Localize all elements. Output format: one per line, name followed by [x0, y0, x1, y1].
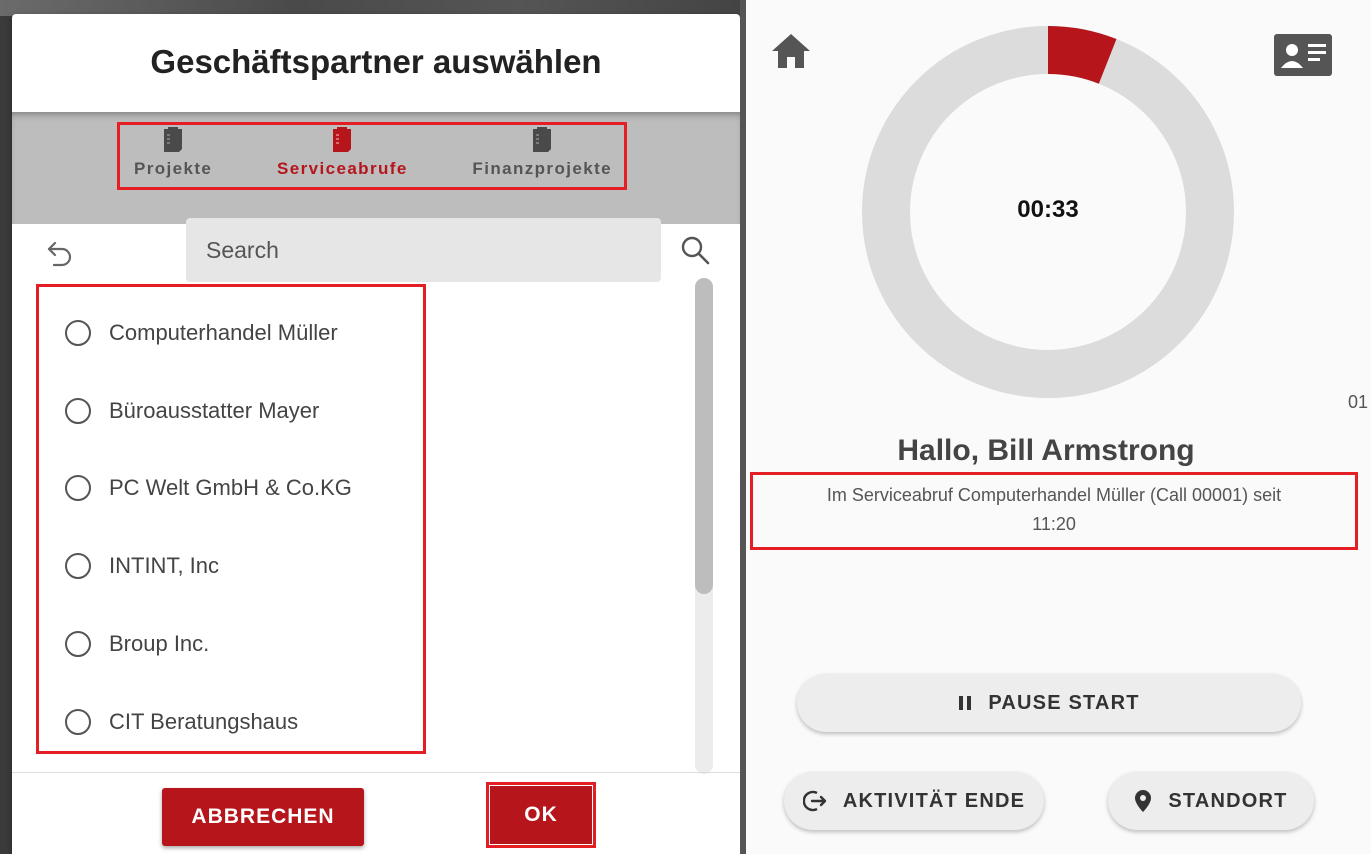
tab-label: Projekte [134, 159, 213, 178]
list-item-label: Computerhandel Müller [109, 320, 338, 345]
list-item-label: INTINT, Inc [109, 553, 220, 578]
cancel-button[interactable]: ABBRECHEN [162, 788, 364, 846]
pause-start-label: PAUSE START [988, 691, 1140, 714]
tab-bar: Projekte Serviceabrufe Finanzprojekte [12, 112, 740, 224]
undo-icon [47, 241, 72, 267]
list-item[interactable]: Computerhandel Müller [65, 313, 435, 353]
list-item-label: Büroausstatter Mayer [109, 398, 320, 423]
tab-label: Finanzprojekte [472, 159, 612, 178]
tab-group-highlight: Projekte Serviceabrufe Finanzprojekte [117, 122, 627, 190]
contact-card-icon [1274, 34, 1332, 76]
home-button[interactable] [768, 30, 814, 72]
location-label: STANDORT [1168, 789, 1288, 812]
activity-end-button[interactable]: AKTIVITÄT ENDE [784, 772, 1044, 830]
list-item-label: Broup Inc. [109, 631, 210, 656]
radio-button[interactable] [65, 475, 91, 501]
home-icon [772, 34, 810, 68]
status-message: Im Serviceabruf Computerhandel Müller (C… [750, 472, 1358, 550]
partner-select-dialog: Geschäftspartner auswählen Projekte Serv… [12, 14, 740, 854]
radio-button[interactable] [65, 553, 91, 579]
radio-button[interactable] [65, 709, 91, 735]
exit-icon [802, 789, 827, 813]
tab-projekte[interactable]: Projekte [134, 127, 212, 179]
radio-button[interactable] [65, 320, 91, 346]
list-item[interactable]: PC Welt GmbH & Co.KG [65, 468, 435, 508]
list-item[interactable]: Broup Inc. [65, 624, 435, 664]
location-pin-icon [1134, 789, 1152, 813]
search-button[interactable] [677, 232, 713, 268]
list-item[interactable]: INTINT, Inc [65, 546, 435, 586]
search-input[interactable] [186, 218, 661, 282]
ok-button[interactable]: OK [490, 786, 592, 844]
greeting: Hallo, Bill Armstrong [897, 434, 1195, 467]
tab-label: Serviceabrufe [277, 159, 408, 178]
list-item-label: CIT Beratungshaus [109, 709, 299, 734]
list-scrollbar[interactable] [695, 278, 713, 774]
side-value: 01 [1348, 392, 1369, 412]
clipboard-icon [533, 127, 552, 152]
activity-end-label: AKTIVITÄT ENDE [842, 789, 1026, 812]
undo-button[interactable] [42, 236, 78, 272]
scrollbar-thumb[interactable] [695, 278, 713, 594]
footer-divider [12, 772, 740, 773]
radio-button[interactable] [65, 398, 91, 424]
clipboard-icon [164, 127, 183, 152]
dialog-title: Geschäftspartner auswählen [150, 43, 602, 80]
pause-icon [958, 694, 972, 712]
search-icon [681, 236, 710, 265]
tab-finanzprojekte[interactable]: Finanzprojekte [472, 127, 612, 179]
timer-screen: 00:33 01 Hallo, Bill Armstrong Im Servic… [746, 0, 1371, 854]
contact-card-button[interactable] [1272, 30, 1334, 80]
list-item[interactable]: CIT Beratungshaus [65, 702, 435, 742]
ring-progress [1047, 26, 1117, 84]
pause-start-button[interactable]: PAUSE START [797, 674, 1301, 732]
elapsed-time: 00:33 [1017, 196, 1079, 223]
clipboard-icon [333, 127, 352, 152]
list-item[interactable]: Büroausstatter Mayer [65, 391, 435, 431]
status-time: 11:20 [1032, 514, 1076, 534]
radio-button[interactable] [65, 631, 91, 657]
status-line: Im Serviceabruf Computerhandel Müller (C… [826, 485, 1282, 505]
location-button[interactable]: STANDORT [1108, 772, 1314, 830]
tab-serviceabrufe[interactable]: Serviceabrufe [277, 127, 408, 179]
list-item-label: PC Welt GmbH & Co.KG [109, 475, 352, 500]
partner-list: Computerhandel Müller Büroausstatter May… [36, 284, 426, 754]
